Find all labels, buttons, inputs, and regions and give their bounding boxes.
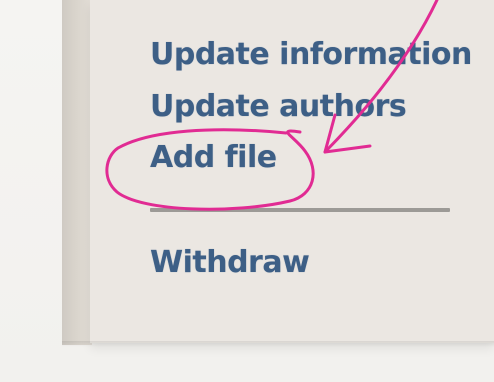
menu-divider xyxy=(150,208,450,212)
update-authors-link[interactable]: Update authors xyxy=(150,92,407,122)
add-file-link[interactable]: Add file xyxy=(150,143,277,173)
update-information-link[interactable]: Update information xyxy=(150,40,472,70)
withdraw-link[interactable]: Withdraw xyxy=(150,248,310,278)
panel-left-border xyxy=(62,0,92,345)
